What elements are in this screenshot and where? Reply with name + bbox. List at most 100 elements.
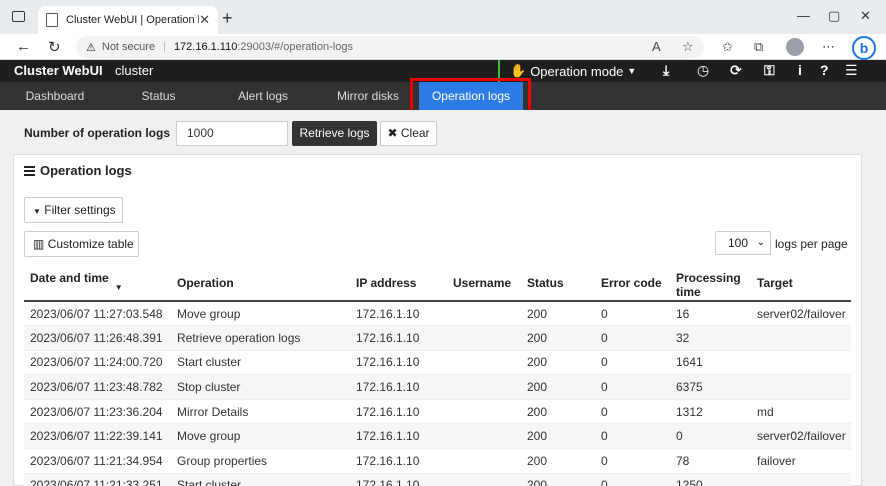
cell-processing-time: 16 [670,301,751,327]
cell-error-code: 0 [595,350,670,376]
download-icon[interactable]: ⤓ [663,62,669,79]
chevron-down-icon: ⌄ [756,237,765,248]
table-row[interactable]: 2023/06/07 11:23:36.204 Mirror Details 172… [24,399,851,425]
cell-status: 200 [521,350,595,376]
col-header-error-code[interactable]: Error code [595,266,670,302]
col-header-status[interactable]: Status [521,266,595,302]
cell-ip: 172.16.1.10 [350,350,447,376]
close-window-button[interactable]: ✕ [860,8,871,24]
col-header-username[interactable]: Username [447,266,521,302]
favorites-icon[interactable]: ✩ [722,39,733,55]
page-icon [46,13,58,27]
col-header-datetime[interactable]: Date and time▼ [24,266,171,302]
cell-error-code: 0 [595,301,670,327]
profile-avatar[interactable] [786,38,804,56]
cell-datetime: 2023/06/07 11:23:48.782 [24,374,171,400]
cell-error-code: 0 [595,473,670,486]
operation-mode-dropdown[interactable]: ✋ Operation mode ▼ [510,63,636,79]
wrench-icon[interactable]: ⚿ [764,62,775,79]
cell-username [447,423,521,450]
tab-alert-logs[interactable]: Alert logs [207,82,319,110]
tab-close-icon[interactable]: ✕ [199,12,210,28]
cell-target [751,473,851,486]
table-row[interactable]: 2023/06/07 11:24:00.720 Start cluster 172.… [24,350,851,376]
panel-title: Operation logs [24,163,132,178]
cell-error-code: 0 [595,374,670,400]
col-header-processing-time[interactable]: Processing time [670,266,751,302]
cell-username [447,399,521,425]
app-brand: Cluster WebUI [14,63,103,78]
panel-title-text: Operation logs [40,163,132,178]
reload-icon[interactable]: ⟳ [730,62,742,79]
read-aloud-icon[interactable]: A [652,39,661,54]
cell-status: 200 [521,301,595,327]
cell-status: 200 [521,374,595,400]
cell-target [751,325,851,351]
maximize-button[interactable]: ▢ [828,8,840,24]
retrieve-logs-button[interactable]: Retrieve logs [292,121,377,146]
log-count-input[interactable]: 1000 [176,121,288,146]
clear-button[interactable]: ✖ Clear [380,121,437,146]
url-path: :29003/#/operation-logs [237,41,353,53]
col-header-target[interactable]: Target [751,266,851,302]
info-icon[interactable]: i [798,62,802,78]
table-row[interactable]: 2023/06/07 11:23:48.782 Stop cluster 172.1… [24,374,851,400]
tab-mirror-disks[interactable]: Mirror disks [319,82,417,110]
cell-ip: 172.16.1.10 [350,325,447,351]
caret-down-icon: ▼ [33,207,41,216]
table-row[interactable]: 2023/06/07 11:22:39.141 Move group 172.16.… [24,423,851,450]
more-options-icon[interactable]: ⋯ [822,39,835,55]
cell-error-code: 0 [595,325,670,351]
minimize-button[interactable]: — [797,8,810,23]
per-page-select[interactable]: 100 ⌄ [715,231,771,255]
cell-processing-time: 32 [670,325,751,351]
tab-dashboard[interactable]: Dashboard [0,82,110,110]
table-icon: ▥ [33,237,45,251]
cell-username [447,374,521,400]
tab-status[interactable]: Status [110,82,207,110]
favorite-star-icon[interactable]: ☆ [682,39,694,55]
bing-icon[interactable]: b [852,36,876,60]
cell-processing-time: 1312 [670,399,751,425]
cell-operation: Move group [171,301,350,327]
help-icon[interactable]: ? [820,62,829,78]
col-header-operation[interactable]: Operation [171,266,350,302]
cell-datetime: 2023/06/07 11:21:33.251 [24,473,171,486]
cell-datetime: 2023/06/07 11:21:34.954 [24,448,171,474]
table-row[interactable]: 2023/06/07 11:27:03.548 Move group 172.16.… [24,301,851,327]
cell-operation: Group properties [171,448,350,474]
cell-status: 200 [521,399,595,425]
browser-titlebar: Cluster WebUI | Operation logs ✕ + — ▢ ✕ [0,0,886,34]
cell-username [447,301,521,327]
menu-list-icon[interactable]: ☰ [845,62,858,79]
cell-datetime: 2023/06/07 11:26:48.391 [24,325,171,351]
filter-settings-label: Filter settings [44,203,116,217]
refresh-icon[interactable]: ↻ [48,38,61,56]
cell-target [751,350,851,376]
per-page-value: 100 [728,236,749,250]
address-bar-row: ← ↻ ⚠ Not secure | 172.16.1.110 :29003/#… [0,34,886,60]
url-input[interactable]: ⚠ Not secure | 172.16.1.110 :29003/#/ope… [76,36,704,58]
hand-icon: ✋ [510,63,527,78]
cell-processing-time: 78 [670,448,751,474]
cell-operation: Start cluster [171,473,350,486]
tab-actions-icon[interactable] [12,11,25,22]
new-tab-button[interactable]: + [222,8,233,29]
cell-username [447,473,521,486]
table-row[interactable]: 2023/06/07 11:21:34.954 Group properties 1… [24,448,851,474]
browser-tab[interactable]: Cluster WebUI | Operation logs ✕ [38,6,218,34]
table-row[interactable]: 2023/06/07 11:21:33.251 Start cluster 172.… [24,473,851,486]
cell-operation: Move group [171,423,350,450]
filter-settings-button[interactable]: ▼ Filter settings [24,197,123,223]
collections-icon[interactable]: ⧉ [754,39,763,55]
cell-operation: Start cluster [171,350,350,376]
table-row[interactable]: 2023/06/07 11:26:48.391 Retrieve operatio… [24,325,851,351]
back-icon[interactable]: ← [16,38,31,55]
per-page-label: logs per page [775,237,848,251]
col-header-ip[interactable]: IP address [350,266,447,302]
clock-icon[interactable]: ◷ [697,62,709,79]
not-secure-label: Not secure [101,41,156,53]
cell-operation: Stop cluster [171,374,350,400]
customize-table-button[interactable]: ▥ Customize table [24,231,139,257]
cell-datetime: 2023/06/07 11:22:39.141 [24,423,171,450]
